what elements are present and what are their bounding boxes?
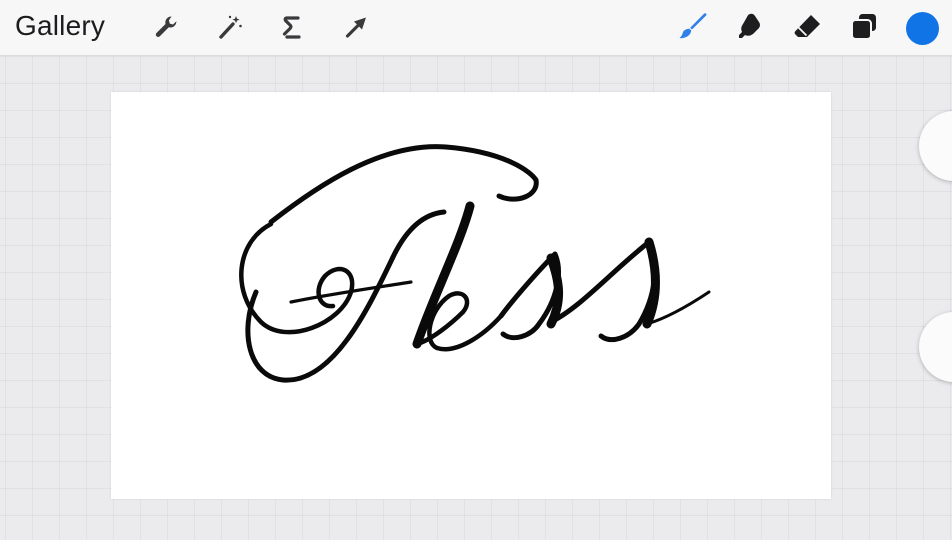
transform-button[interactable] (340, 11, 372, 43)
wrench-icon (155, 16, 177, 37)
drawing-canvas[interactable]: Tess (111, 92, 831, 499)
gallery-button[interactable]: Gallery (15, 10, 105, 42)
magic-wand-icon (219, 15, 242, 39)
arrow-cursor-icon (345, 17, 366, 38)
brush-icon (679, 13, 707, 39)
selection-s-icon (282, 16, 301, 39)
paint-button[interactable] (677, 11, 709, 43)
brush-size-slider-handle[interactable] (919, 111, 952, 181)
tess-calligraphy-artwork (239, 144, 711, 383)
erase-button[interactable] (792, 11, 824, 43)
actions-button[interactable] (150, 11, 182, 43)
layers-button[interactable] (848, 11, 880, 43)
color-picker-swatch[interactable] (906, 12, 939, 45)
procreate-app: Gallery (0, 0, 952, 540)
layers-icon (851, 14, 876, 40)
eraser-icon (794, 15, 820, 37)
smudge-finger-icon (739, 13, 760, 38)
opacity-slider-handle[interactable] (919, 312, 952, 382)
smudge-button[interactable] (734, 11, 766, 43)
selection-button[interactable] (276, 11, 308, 43)
top-toolbar: Gallery (0, 0, 952, 56)
adjustments-button[interactable] (214, 11, 246, 43)
